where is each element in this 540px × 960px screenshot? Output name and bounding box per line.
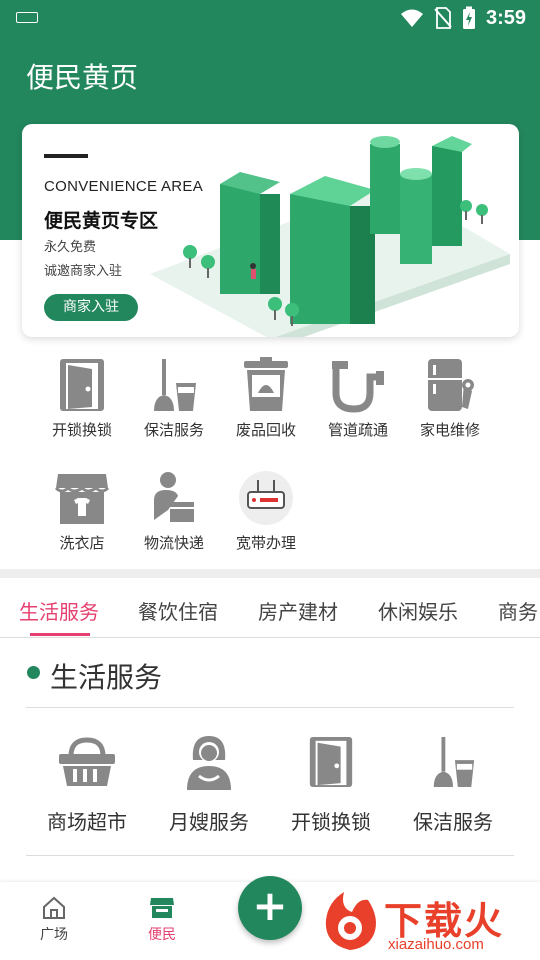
no-sim-icon — [434, 7, 452, 29]
door-icon — [54, 357, 110, 413]
category-logistics[interactable]: 物流快递 — [128, 470, 220, 553]
category-appliance-repair[interactable]: 家电维修 — [404, 357, 496, 440]
category-label: 家电维修 — [419, 421, 480, 439]
section-divider-line — [26, 855, 514, 856]
home-icon — [43, 896, 65, 919]
category-label: 管道疏通 — [327, 421, 388, 439]
service-nanny[interactable]: 月嫂服务 — [148, 730, 270, 835]
category-label: 宽带办理 — [235, 534, 296, 552]
watermark: 下载火 xiazaihuo.com — [318, 886, 540, 956]
fridge-wrench-icon — [422, 357, 478, 413]
service-label: 开锁换锁 — [291, 810, 371, 834]
merchant-join-button[interactable]: 商家入驻 — [44, 294, 138, 321]
city-illustration — [150, 136, 510, 337]
watermark-url: xiazaihuo.com — [388, 936, 484, 953]
tab-life-services[interactable]: 生活服务 — [19, 596, 99, 625]
section-divider — [0, 569, 540, 578]
banner-line2: 诚邀商家入驻 — [44, 264, 123, 279]
promo-banner[interactable]: CONVENIENCE AREA 便民黄页专区 永久免费 诚邀商家入驻 商家入驻 — [22, 124, 519, 337]
category-label: 开锁换锁 — [51, 421, 112, 439]
store-icon — [150, 898, 174, 918]
door-icon — [299, 730, 363, 794]
tab-real-estate[interactable]: 房产建材 — [258, 596, 338, 625]
nav-convenience[interactable]: 便民 — [132, 896, 192, 944]
battery-charging-icon — [462, 6, 475, 29]
basket-icon — [55, 730, 119, 794]
courier-icon — [146, 470, 202, 526]
nav-label: 便民 — [148, 927, 176, 943]
tab-leisure[interactable]: 休闲娱乐 — [378, 596, 458, 625]
category-cleaning[interactable]: 保洁服务 — [128, 357, 220, 440]
tab-indicator — [30, 633, 90, 636]
category-tabs: 生活服务 餐饮住宿 房产建材 休闲娱乐 商务 — [0, 578, 540, 638]
trash-bin-icon — [238, 357, 294, 413]
category-grid-row2: 洗衣店 物流快递 宽带办理 — [0, 470, 540, 553]
nav-label: 广场 — [40, 927, 68, 943]
banner-line1: 永久免费 — [44, 240, 97, 255]
category-grid-row1: 开锁换锁 保洁服务 废品回收 管道疏通 家电维修 — [0, 357, 540, 440]
service-cleaning[interactable]: 保洁服务 — [392, 730, 514, 835]
tab-dining-lodging[interactable]: 餐饮住宿 — [138, 596, 218, 625]
add-post-button[interactable]: + — [238, 876, 302, 940]
shop-shirt-icon — [54, 470, 110, 526]
keyboard-icon — [16, 12, 38, 23]
banner-accent-bar — [44, 154, 88, 158]
category-recycling[interactable]: 废品回收 — [220, 357, 312, 440]
category-label: 废品回收 — [235, 421, 296, 439]
mop-bucket-icon — [146, 357, 202, 413]
router-icon — [238, 470, 294, 526]
service-label: 保洁服务 — [413, 810, 493, 834]
flame-logo-icon — [325, 892, 376, 950]
tab-business[interactable]: 商务 — [498, 596, 538, 625]
service-label: 商场超市 — [47, 810, 127, 834]
nanny-icon — [177, 730, 241, 794]
category-pipe-dredging[interactable]: 管道疏通 — [312, 357, 404, 440]
service-label: 月嫂服务 — [169, 810, 249, 834]
category-broadband[interactable]: 宽带办理 — [220, 470, 312, 553]
service-supermarket[interactable]: 商场超市 — [26, 730, 148, 835]
section-title: 生活服务 — [50, 661, 163, 694]
category-door-lock[interactable]: 开锁换锁 — [36, 357, 128, 440]
category-label: 物流快递 — [143, 534, 204, 552]
service-door-lock[interactable]: 开锁换锁 — [270, 730, 392, 835]
category-label: 洗衣店 — [59, 534, 105, 552]
category-label: 保洁服务 — [143, 421, 204, 439]
section-marker-icon — [27, 666, 40, 679]
clock: 3:59 — [485, 6, 526, 29]
mop-bucket-icon — [421, 730, 485, 794]
nav-plaza[interactable]: 广场 — [24, 896, 84, 944]
category-laundry[interactable]: 洗衣店 — [36, 470, 128, 553]
wifi-icon — [400, 9, 423, 27]
section-divider-line — [26, 707, 514, 708]
page-title: 便民黄页 — [26, 61, 139, 94]
status-bar: 3:59 — [0, 0, 540, 36]
pipe-icon — [330, 357, 386, 413]
